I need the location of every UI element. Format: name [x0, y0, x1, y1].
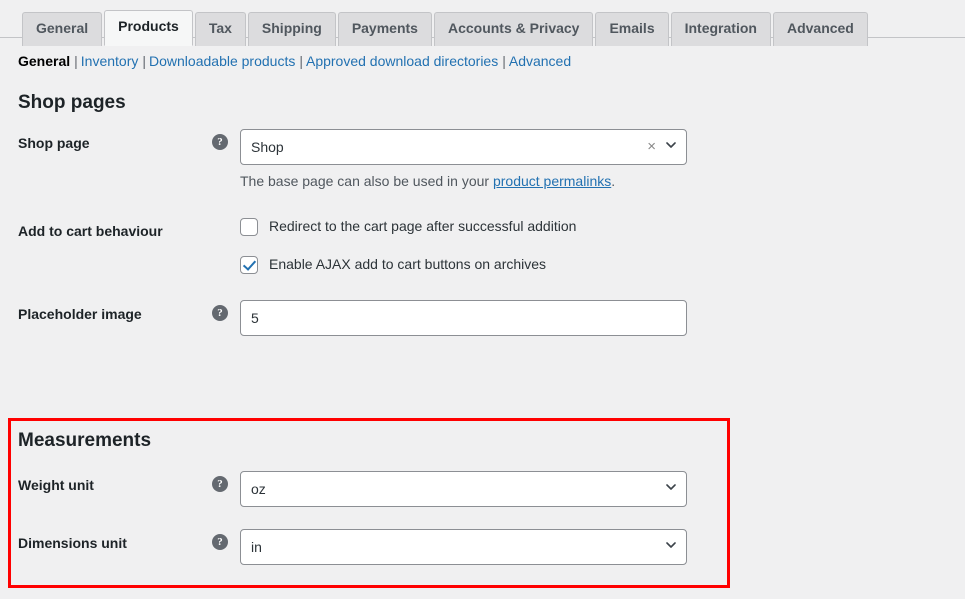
add-to-cart-behaviour-label: Add to cart behaviour	[18, 223, 163, 240]
measurements-section: Measurements Weight unit ? oz Dimensions…	[0, 418, 741, 570]
checkbox-row-ajax[interactable]: Enable AJAX add to cart buttons on archi…	[240, 255, 731, 275]
dimensions-unit-select-wrapper: in	[240, 528, 687, 565]
tab-integration[interactable]: Integration	[670, 12, 771, 46]
checkbox-row-redirect[interactable]: Redirect to the cart page after successf…	[240, 217, 731, 237]
weight-unit-select-wrapper: oz	[240, 470, 687, 507]
redirect-to-cart-checkbox[interactable]	[240, 218, 258, 237]
help-icon[interactable]: ?	[212, 475, 228, 492]
measurements-form-table: Weight unit ? oz Dimensions unit ? in	[0, 454, 741, 570]
help-icon[interactable]: ?	[212, 133, 228, 150]
dimensions-unit-row: Dimensions unit ? in	[0, 512, 741, 570]
shop-page-row: Shop page ? Shop × The base page can als…	[0, 116, 741, 205]
placeholder-image-input[interactable]	[240, 300, 687, 337]
shop-page-field-cell: ? Shop × The base page can also be used …	[212, 116, 741, 205]
tab-accounts-privacy[interactable]: Accounts & Privacy	[433, 12, 594, 46]
tab-shipping[interactable]: Shipping	[247, 12, 336, 46]
tab-products[interactable]: Products	[104, 10, 193, 46]
enable-ajax-label: Enable AJAX add to cart buttons on archi…	[269, 255, 547, 272]
settings-tab-bar: General Products Tax Shipping Payments Accoun…	[0, 0, 965, 46]
dimensions-unit-field-cell: ? in	[212, 512, 741, 570]
redirect-to-cart-label: Redirect to the cart page after successf…	[269, 218, 577, 235]
dimensions-unit-select[interactable]: in	[240, 528, 687, 565]
shop-pages-form-table: Shop page ? Shop × The base page can als…	[0, 116, 741, 350]
enable-ajax-checkbox[interactable]	[240, 255, 258, 274]
tab-tax[interactable]: Tax	[194, 12, 246, 46]
tab-emails[interactable]: Emails	[595, 12, 669, 46]
subnav-item-downloadable-products[interactable]: Downloadable products	[149, 53, 295, 69]
shop-page-select[interactable]: Shop	[240, 128, 687, 165]
tab-general[interactable]: General	[22, 12, 103, 46]
shop-page-description-suffix: .	[611, 172, 616, 189]
subnav-separator-3: |	[299, 53, 303, 69]
placeholder-image-label: Placeholder image	[18, 306, 142, 323]
subnav-item-inventory[interactable]: Inventory	[81, 53, 139, 69]
help-icon[interactable]: ?	[212, 533, 228, 550]
subnav-separator-1: |	[74, 53, 78, 69]
tab-advanced[interactable]: Advanced	[772, 12, 868, 46]
product-permalinks-link[interactable]: product permalinks	[493, 173, 611, 189]
add-to-cart-behaviour-field-cell: Redirect to the cart page after successf…	[240, 204, 741, 287]
products-subnav: General | Inventory | Downloadable products |…	[18, 51, 965, 71]
weight-unit-selected-value: oz	[251, 480, 266, 497]
placeholder-image-field-cell: ?	[212, 287, 741, 349]
add-to-cart-behaviour-row: Add to cart behaviour Redirect to the ca…	[0, 204, 741, 287]
clear-selection-icon[interactable]: ×	[647, 138, 656, 156]
shop-page-label: Shop page	[18, 134, 90, 151]
tab-payments[interactable]: Payments	[337, 12, 432, 46]
subnav-separator-2: |	[142, 53, 147, 69]
weight-unit-select[interactable]: oz	[240, 470, 687, 507]
shop-page-description-prefix: The base page can also be used in your	[240, 172, 493, 189]
weight-unit-label: Weight unit	[18, 476, 94, 493]
shop-page-select-wrapper: Shop ×	[240, 128, 687, 165]
subnav-item-general[interactable]: General	[18, 53, 70, 69]
shop-page-description: The base page can also be used in your p…	[240, 172, 731, 192]
subnav-separator-4: |	[502, 53, 506, 69]
subnav-item-approved-download-directories[interactable]: Approved download directories	[306, 53, 498, 69]
subnav-item-advanced[interactable]: Advanced	[509, 53, 571, 69]
placeholder-image-input-wrapper	[240, 300, 687, 337]
shop-pages-heading: Shop pages	[18, 92, 126, 113]
measurements-heading: Measurements	[18, 430, 152, 451]
dimensions-unit-selected-value: in	[251, 538, 262, 555]
placeholder-image-row: Placeholder image ?	[0, 287, 741, 349]
weight-unit-field-cell: ? oz	[212, 454, 741, 512]
dimensions-unit-label: Dimensions unit	[18, 534, 127, 551]
weight-unit-row: Weight unit ? oz	[0, 454, 741, 512]
shop-page-selected-value: Shop	[251, 138, 284, 155]
